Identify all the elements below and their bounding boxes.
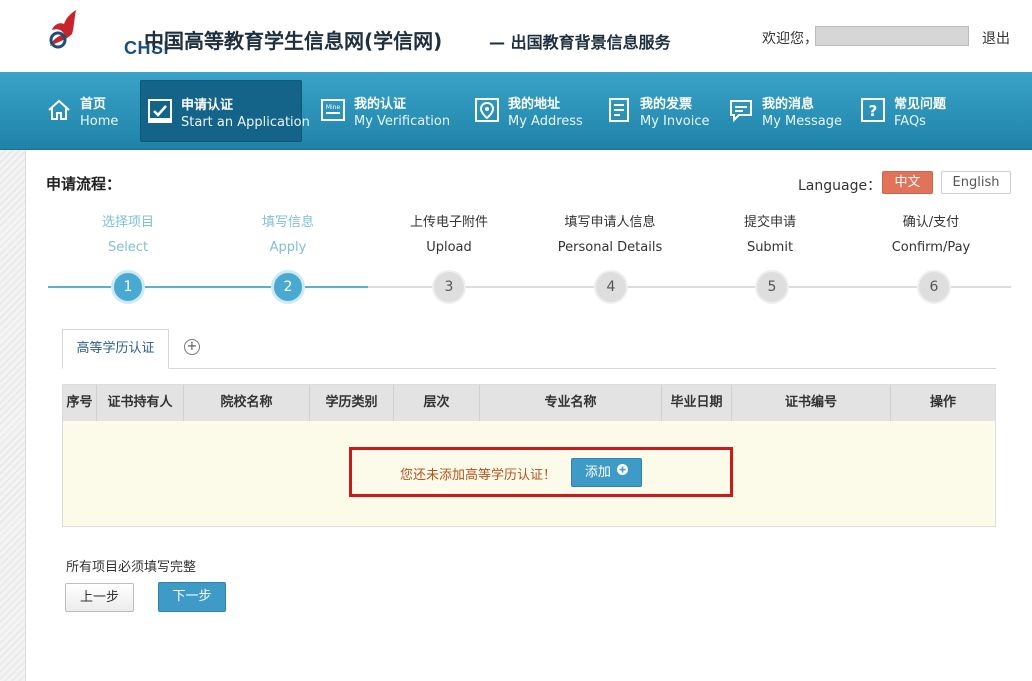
nav-item-my-verification[interactable]: Mine 我的认证 My Verification [316, 80, 456, 142]
checkbox-form-icon [148, 99, 172, 123]
username-redacted [815, 26, 969, 46]
step-select: 选择项目 Select [48, 214, 208, 257]
step-circle-4: 4 [594, 270, 628, 304]
step-label: 填写信息 [261, 215, 314, 230]
nav-label: 我的地址 [508, 97, 561, 112]
site-title: 中国高等教育学生信息网(学信网) [144, 29, 443, 53]
step-confirm-pay: 确认/支付 Confirm/Pay [851, 214, 1011, 257]
language-english-button[interactable]: English [941, 171, 1011, 194]
site-subtitle: — 出国教育背景信息服务 [489, 33, 671, 52]
step-circle-2: 2 [271, 270, 305, 304]
left-decorative-strip [0, 150, 26, 681]
step-circle-6: 6 [917, 270, 951, 304]
nav-label-en: Start an Application [181, 115, 310, 130]
education-table: 序号 证书持有人 院校名称 学历类别 层次 专业名称 毕业日期 证书编号 操作 … [62, 384, 996, 527]
nav-item-my-message[interactable]: 我的消息 My Message [724, 80, 844, 142]
step-label: 提交申请 [743, 215, 796, 230]
step-label: 选择项目 [101, 215, 154, 230]
invoice-icon [609, 98, 629, 122]
step-label-en: Select [107, 240, 149, 255]
plus-circle-icon [617, 464, 629, 475]
step-label: 确认/支付 [902, 215, 960, 230]
required-note: 所有项目必须填写完整 [66, 560, 197, 575]
nav-label-en: Home [80, 114, 119, 129]
step-submit: 提交申请 Submit [690, 214, 850, 257]
column-header: 证书持有人 [97, 385, 184, 421]
nav-item-my-address[interactable]: 我的地址 My Address [470, 80, 590, 142]
nav-label: 申请认证 [181, 98, 234, 113]
column-header: 层次 [394, 385, 480, 421]
step-label-en: Upload [426, 240, 472, 255]
step-personal-details: 填写申请人信息 Personal Details [530, 214, 690, 257]
nav-item-home[interactable]: 首页 Home [42, 80, 132, 142]
next-step-button[interactable]: 下一步 [158, 582, 226, 612]
nav-label: 常见问题 [894, 97, 947, 112]
nav-item-my-invoice[interactable]: 我的发票 My Invoice [602, 80, 722, 142]
column-header: 院校名称 [184, 385, 310, 421]
step-label-en: Confirm/Pay [891, 240, 971, 255]
column-header: 证书编号 [732, 385, 891, 421]
highlight-box: 您还未添加高等学历认证！ 添加 [349, 447, 733, 497]
location-pin-icon [475, 98, 499, 122]
nav-label: 首页 [80, 97, 107, 112]
step-upload: 上传电子附件 Upload [369, 214, 529, 257]
step-apply: 填写信息 Apply [208, 214, 368, 257]
svg-text:?: ? [869, 102, 878, 120]
add-education-button[interactable]: 添加 [571, 458, 642, 487]
step-label-en: Submit [746, 240, 794, 255]
step-label: 填写申请人信息 [564, 215, 656, 230]
nav-label-en: FAQs [894, 114, 926, 129]
logout-link[interactable]: 退出 [982, 28, 1010, 48]
table-header: 序号 证书持有人 院校名称 学历类别 层次 专业名称 毕业日期 证书编号 操作 [63, 385, 995, 421]
nav-label: 我的消息 [762, 97, 815, 112]
flow-title: 申请流程： [46, 175, 122, 193]
table-empty-body: 您还未添加高等学历认证！ 添加 [63, 421, 995, 526]
step-label: 上传电子附件 [409, 215, 488, 230]
column-header: 操作 [929, 395, 956, 410]
nav-label: 我的认证 [354, 97, 407, 112]
step-label-en: Personal Details [557, 240, 663, 255]
svg-text:Mine: Mine [326, 104, 341, 111]
welcome-text: 欢迎您， [762, 31, 818, 47]
language-label: Language： [798, 178, 882, 194]
column-header: 序号 [63, 385, 97, 421]
column-header: 毕业日期 [662, 385, 732, 421]
step-label-en: Apply [269, 240, 307, 255]
main-nav: 首页 Home 申请认证 Start an Application Mine 我… [0, 72, 1032, 150]
previous-step-button[interactable]: 上一步 [65, 583, 134, 612]
empty-message: 您还未添加高等学历认证！ [400, 468, 557, 483]
chsi-logo[interactable]: CHSI [44, 8, 169, 58]
bird-logo-icon [49, 10, 76, 49]
step-circle-3: 3 [432, 270, 466, 304]
certificate-icon: Mine [321, 99, 345, 121]
column-header: 学历类别 [310, 385, 394, 421]
message-icon [730, 100, 752, 123]
step-circle-5: 5 [755, 270, 789, 304]
step-circle-1: 1 [111, 270, 145, 304]
home-icon [48, 99, 70, 120]
nav-label-en: My Verification [354, 114, 451, 129]
column-header: 专业名称 [480, 385, 662, 421]
nav-label: 我的发票 [640, 97, 693, 112]
tab-bar-divider [62, 368, 996, 369]
nav-item-faqs[interactable]: ? 常见问题 FAQs [856, 80, 966, 142]
nav-item-start-application[interactable]: 申请认证 Start an Application [140, 80, 310, 142]
question-icon: ? [861, 98, 885, 122]
nav-label-en: My Message [762, 114, 843, 129]
nav-label-en: My Address [508, 114, 583, 129]
site-header: CHSI 中国高等教育学生信息网(学信网) — 出国教育背景信息服务 欢迎您， … [0, 0, 1032, 72]
add-tab-plus-icon[interactable]: + [184, 339, 200, 355]
add-button-label: 添加 [584, 465, 611, 480]
progress-line-done [48, 286, 368, 288]
nav-label-en: My Invoice [640, 114, 710, 129]
tab-higher-education-verification[interactable]: 高等学历认证 [62, 329, 169, 369]
language-chinese-button[interactable]: 中文 [882, 171, 933, 194]
